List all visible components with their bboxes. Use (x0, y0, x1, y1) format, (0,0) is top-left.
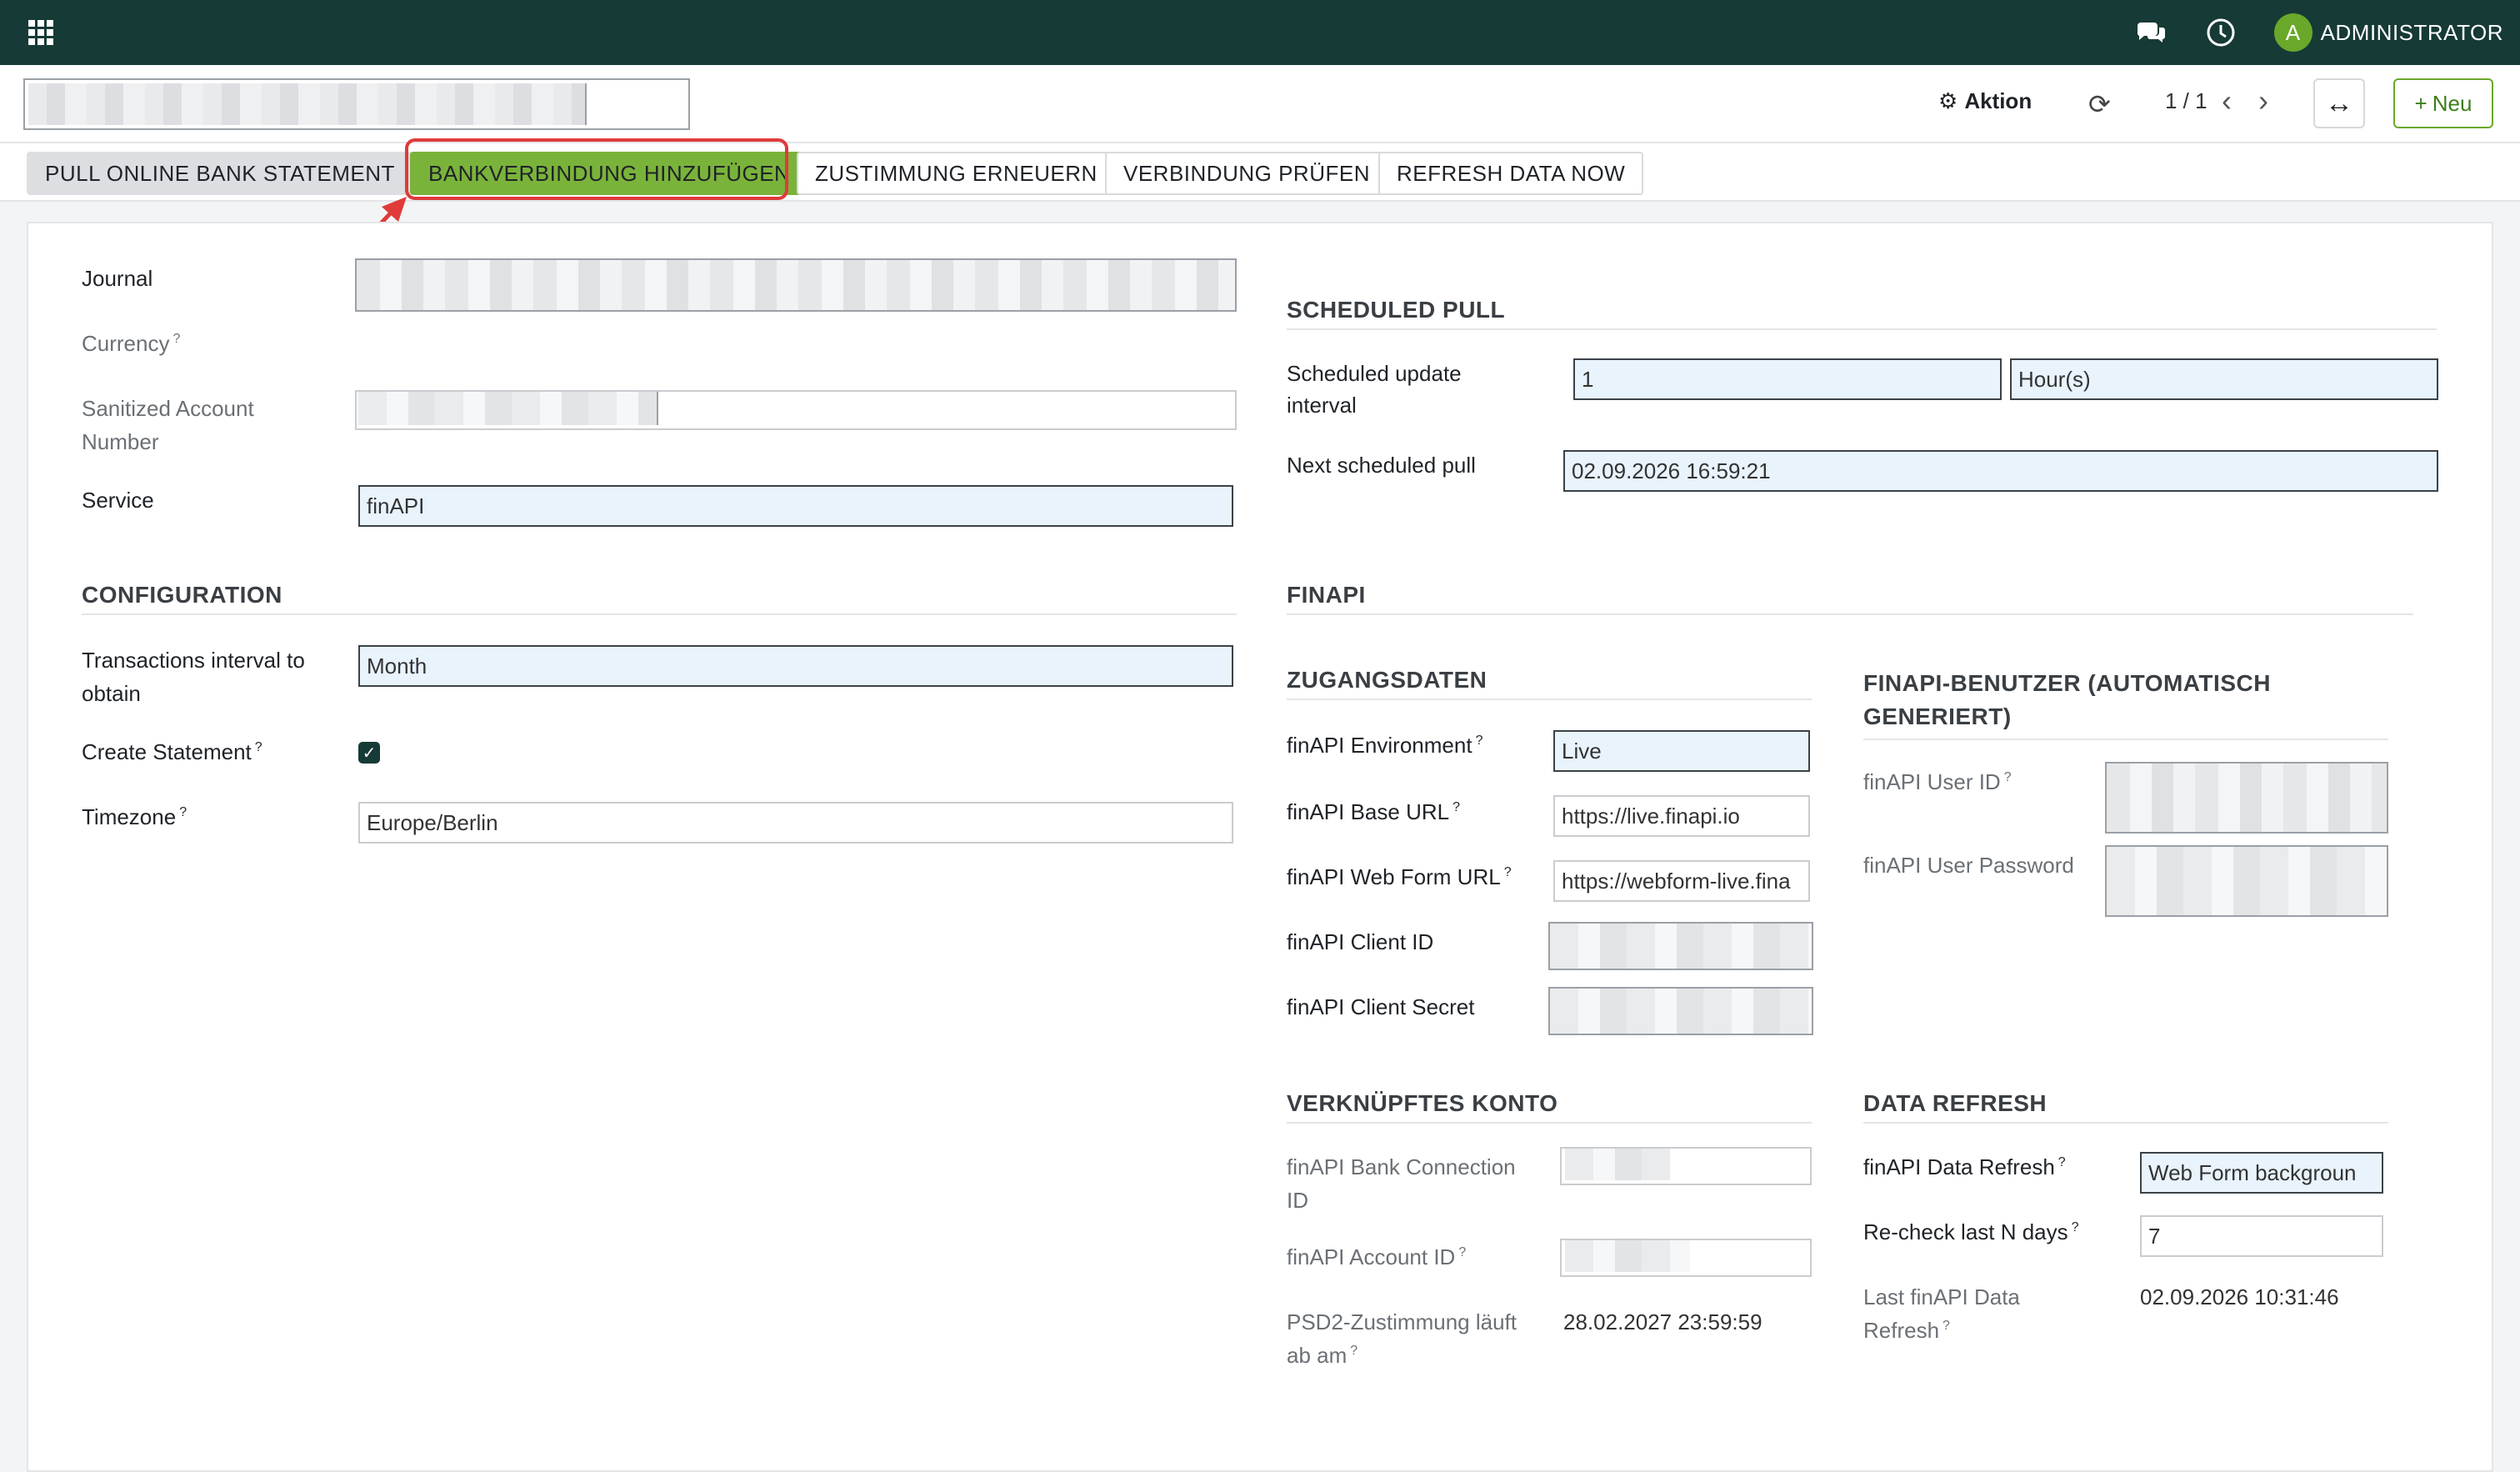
new-button-label: Neu (2432, 90, 2472, 116)
top-navbar: A ADMINISTRATOR (0, 0, 2520, 65)
bank-connection-id-field (1560, 1147, 1812, 1185)
finapi-client-secret-input[interactable] (1548, 987, 1813, 1035)
configuration-heading: CONFIGURATION (82, 582, 1237, 615)
scheduled-interval-unit-select[interactable]: Hour(s) (2010, 358, 2438, 400)
timezone-label: Timezone? (82, 804, 188, 829)
finapi-heading: FINAPI (1287, 582, 2413, 615)
gear-icon: ⚙ (1938, 88, 1958, 113)
refresh-icon[interactable]: ⟳ (2088, 88, 2111, 120)
bank-connection-id-label-line1: finAPI Bank Connection (1287, 1154, 1516, 1179)
plus-icon: + (2414, 90, 2428, 116)
divider (1863, 739, 2388, 740)
clock-icon[interactable] (2204, 16, 2238, 49)
check-connection-button[interactable]: VERBINDUNG PRÜFEN (1105, 152, 1388, 195)
finapi-webform-url-label: finAPI Web Form URL? (1287, 864, 1512, 889)
pull-statement-button[interactable]: PULL ONLINE BANK STATEMENT (27, 152, 413, 195)
avatar: A (2273, 13, 2312, 52)
service-select[interactable]: finAPI (358, 485, 1233, 527)
arrows-horizontal-icon: ↔ (2325, 87, 2353, 119)
user-menu[interactable]: A ADMINISTRATOR (2273, 13, 2503, 52)
create-statement-label: Create Statement? (82, 739, 262, 764)
zugangsdaten-heading: ZUGANGSDATEN (1287, 667, 1812, 700)
tx-interval-select[interactable]: Month (358, 645, 1233, 687)
record-name-field[interactable] (23, 78, 690, 130)
next-scheduled-pull-field[interactable]: 02.09.2026 16:59:21 (1563, 450, 2438, 492)
data-refresh-heading: DATA REFRESH (1863, 1090, 2388, 1124)
finapi-user-id-label: finAPI User ID? (1863, 769, 2012, 794)
last-refresh-label-line1: Last finAPI Data (1863, 1284, 2020, 1309)
finapi-environment-label: finAPI Environment? (1287, 733, 1483, 758)
finapi-base-url-label: finAPI Base URL? (1287, 799, 1460, 824)
service-label: Service (82, 488, 154, 513)
scheduled-interval-input[interactable]: 1 (1573, 358, 2002, 400)
finapi-user-heading: FINAPI-BENUTZER (AUTOMATISCH GENERIERT) (1863, 670, 2271, 729)
finapi-client-id-input[interactable] (1548, 922, 1813, 970)
finapi-user-password-field (2105, 845, 2388, 917)
psd2-expiry-value: 28.02.2027 23:59:59 (1563, 1309, 1762, 1334)
chevron-right-icon[interactable]: › (2258, 83, 2268, 118)
currency-label: Currency? (82, 331, 181, 356)
create-statement-checkbox[interactable]: ✓ (358, 742, 380, 764)
recheck-days-input[interactable]: 7 (2140, 1215, 2383, 1257)
sanitized-account-label-line2: Number (82, 429, 159, 454)
bank-connection-id-label-line2: ID (1287, 1188, 1308, 1213)
new-button[interactable]: + Neu (2393, 78, 2493, 128)
tx-interval-label-line2: obtain (82, 681, 141, 706)
tx-interval-label-line1: Transactions interval to (82, 648, 305, 673)
highlight-annotation (405, 138, 788, 200)
action-menu-button[interactable]: ⚙ Aktion (1938, 88, 2032, 114)
action-label: Aktion (1964, 88, 2032, 113)
sanitized-account-label-line1: Sanitized Account (82, 396, 254, 421)
journal-field[interactable] (355, 258, 1237, 312)
finapi-user-password-label: finAPI User Password (1863, 853, 2074, 878)
journal-label: Journal (82, 266, 153, 291)
finapi-account-id-label: finAPI Account ID? (1287, 1244, 1467, 1269)
timezone-select[interactable]: Europe/Berlin (358, 802, 1233, 844)
grid-icon[interactable] (28, 20, 53, 45)
expand-width-button[interactable]: ↔ (2313, 78, 2365, 128)
redacted-text (28, 83, 587, 125)
finapi-environment-select[interactable]: Live (1553, 730, 1810, 772)
psd2-label-line2: ab am? (1287, 1343, 1358, 1368)
psd2-label-line1: PSD2-Zustimmung läuft (1287, 1309, 1517, 1334)
refresh-data-button[interactable]: REFRESH DATA NOW (1378, 152, 1644, 195)
finapi-base-url-input[interactable]: https://live.finapi.io (1553, 795, 1810, 837)
chevron-left-icon[interactable]: ‹ (2222, 83, 2232, 118)
recheck-days-label: Re-check last N days? (1863, 1219, 2079, 1244)
finapi-account-id-field (1560, 1239, 1812, 1277)
scheduled-interval-label-line2: interval (1287, 393, 1357, 418)
sanitized-account-field (355, 390, 1237, 430)
user-name: ADMINISTRATOR (2320, 19, 2503, 45)
scheduled-pull-heading: SCHEDULED PULL (1287, 297, 2437, 330)
finapi-client-secret-label: finAPI Client Secret (1287, 994, 1475, 1019)
chat-icon[interactable] (2134, 16, 2168, 49)
last-refresh-label-line2: Refresh? (1863, 1318, 1950, 1343)
control-panel: ⚙ Aktion ⟳ 1 / 1 ‹ › ↔ + Neu (0, 65, 2520, 143)
pager-value[interactable]: 1 / 1 (2165, 88, 2208, 114)
renew-consent-button[interactable]: ZUSTIMMUNG ERNEUERN (797, 152, 1116, 195)
finapi-data-refresh-label: finAPI Data Refresh? (1863, 1154, 2066, 1179)
linked-account-heading: VERKNÜPFTES KONTO (1287, 1090, 1812, 1124)
finapi-webform-url-input[interactable]: https://webform-live.fina (1553, 860, 1810, 902)
finapi-user-id-field (2105, 762, 2388, 834)
finapi-data-refresh-select[interactable]: Web Form backgroun (2140, 1152, 2383, 1194)
next-scheduled-pull-label: Next scheduled pull (1287, 453, 1476, 478)
scheduled-interval-label-line1: Scheduled update (1287, 361, 1462, 386)
finapi-client-id-label: finAPI Client ID (1287, 929, 1434, 954)
last-refresh-value: 02.09.2026 10:31:46 (2140, 1284, 2339, 1309)
